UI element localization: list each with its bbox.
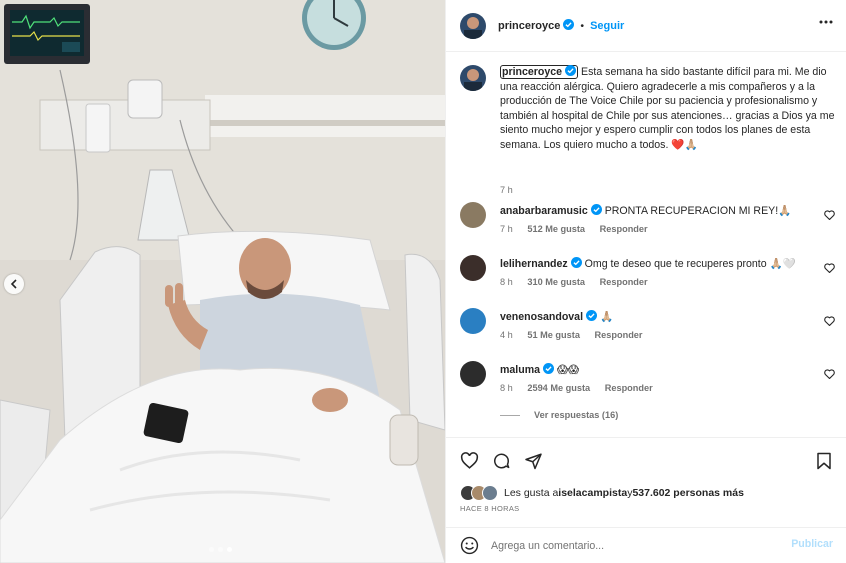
view-replies-button[interactable]: Ver respuestas (16) [500,410,618,420]
verified-badge-icon [563,19,575,30]
post-side-panel: princeroyce • Seguir princeroyce Esta se… [445,0,846,563]
likes-count[interactable]: 537.602 personas más [632,487,744,499]
reply-button[interactable]: Responder [600,277,648,287]
comment-body: anabarbaramusic PRONTA RECUPERACION MI R… [500,204,817,219]
carousel-indicator [209,547,232,552]
caption-username-text[interactable]: princeroyce [502,66,562,78]
verified-badge-icon [590,204,602,215]
comment-username[interactable]: anabarbaramusic [500,204,602,217]
comment-likes[interactable]: 310 Me gusta [527,277,585,287]
comment-likes[interactable]: 2594 Me gusta [527,383,590,393]
comment-username-text[interactable]: lelihernandez [500,258,568,270]
avatar[interactable] [460,202,486,228]
view-replies-label[interactable]: Ver respuestas (16) [534,410,618,420]
carousel-dot-active [227,547,232,552]
post-photo[interactable] [0,0,445,563]
reply-button[interactable]: Responder [595,330,643,340]
comment-username-text[interactable]: anabarbaramusic [500,205,588,217]
heart-icon[interactable] [824,210,835,220]
comment-username[interactable]: maluma [500,363,555,376]
comment-text: 😱😱 [557,364,580,376]
comment-input[interactable] [491,537,771,555]
post-time-ago[interactable]: HACE 8 HORAS [460,504,519,513]
caption-meta: 7 h [500,185,525,195]
caption-emoji: ❤️🙏🏼 [671,138,698,151]
verified-badge-icon [570,257,582,268]
publish-button[interactable]: Publicar [791,538,833,550]
comment-meta: 8 h 2594 Me gusta Responder [500,383,665,393]
comment-likes[interactable]: 512 Me gusta [527,224,585,234]
comment-body: venenosandoval 🙏🏼 [500,310,817,325]
comment-meta: 7 h 512 Me gusta Responder [500,224,660,234]
chevron-left-icon [10,279,17,289]
add-comment-bar: Publicar [446,527,846,563]
comments-list[interactable]: princeroyce Esta semana ha sido bastante… [446,53,846,437]
comment-time[interactable]: 7 h [500,224,513,234]
comment-time[interactable]: 8 h [500,383,513,393]
avatar[interactable] [460,255,486,281]
liker-avatars [460,485,500,501]
likes-summary[interactable]: Les gusta a iselacampista y 537.602 pers… [460,485,744,501]
heart-icon[interactable] [824,369,835,379]
comment-bubble-icon[interactable] [492,452,511,470]
comment-text: PRONTA RECUPERACION MI REY!🙏🏼 [604,205,792,217]
carousel-dot [218,547,223,552]
comment-text: Omg te deseo que te recuperes pronto 🙏🏼🤍 [584,258,796,270]
post-header: princeroyce • Seguir [446,0,846,52]
liker-username[interactable]: iselacampista [558,487,627,499]
share-send-icon[interactable] [524,452,543,470]
caption-body: princeroyce Esta semana ha sido bastante… [500,65,835,152]
save-bookmark-icon[interactable] [816,452,832,470]
reply-button[interactable]: Responder [600,224,648,234]
more-options-icon[interactable] [819,20,833,24]
comment-time[interactable]: 4 h [500,330,513,340]
previous-slide-button[interactable] [4,274,24,294]
comment-time[interactable]: 8 h [500,277,513,287]
likes-prefix: Les gusta a [504,487,559,499]
avatar[interactable] [460,12,486,39]
caption-time[interactable]: 7 h [500,185,513,195]
comment-username[interactable]: lelihernandez [500,257,582,270]
hospital-photo-illustration [0,0,445,563]
avatar[interactable] [460,361,486,387]
header-username[interactable]: princeroyce [498,19,575,32]
comment-username-text[interactable]: maluma [500,364,540,376]
carousel-dot [209,547,214,552]
heart-icon[interactable] [824,316,835,326]
like-heart-icon[interactable] [460,452,479,469]
comment-meta: 8 h 310 Me gusta Responder [500,277,660,287]
comment-text: 🙏🏼 [599,311,614,323]
emoji-icon[interactable] [460,536,479,555]
avatar[interactable] [460,65,486,91]
comment-meta: 4 h 51 Me gusta Responder [500,330,655,340]
separator-dot: • [580,19,585,32]
heart-icon[interactable] [824,263,835,273]
instagram-post: princeroyce • Seguir princeroyce Esta se… [0,0,846,563]
comment-body: lelihernandez Omg te deseo que te recupe… [500,257,817,272]
reply-button[interactable]: Responder [605,383,653,393]
comment-likes[interactable]: 51 Me gusta [527,330,580,340]
header-username-text[interactable]: princeroyce [498,20,560,32]
avatar[interactable] [460,308,486,334]
comment-username[interactable]: venenosandoval [500,310,598,323]
verified-badge-icon [543,363,555,374]
replies-divider [500,414,520,416]
avatar-image [460,65,486,91]
verified-badge-icon [586,310,598,321]
follow-button[interactable]: Seguir [590,20,624,32]
avatar-image [460,12,486,39]
caption-username[interactable]: princeroyce [500,65,579,79]
avatar [482,485,498,501]
comment-body: maluma 😱😱 [500,363,817,378]
post-actions: Les gusta a iselacampista y 537.602 pers… [446,437,846,527]
comment-username-text[interactable]: venenosandoval [500,311,583,323]
verified-badge-icon [565,65,577,76]
